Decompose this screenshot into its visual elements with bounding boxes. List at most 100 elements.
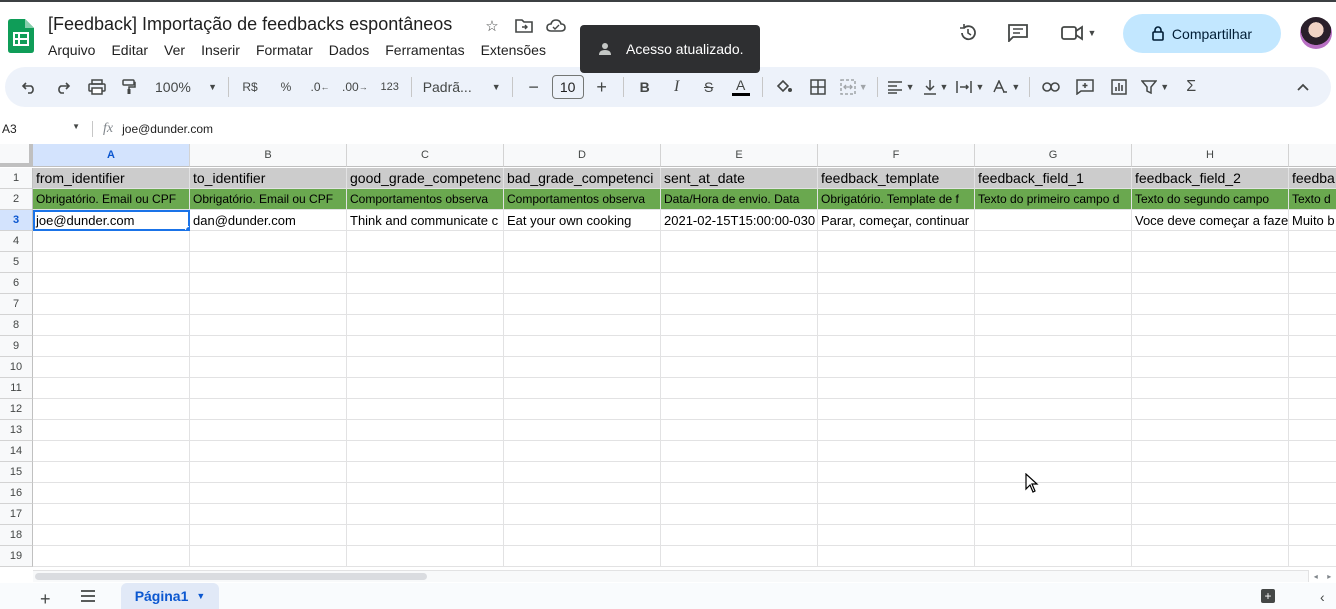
cell[interactable]: Texto d [1289, 189, 1336, 210]
horizontal-scrollbar[interactable] [33, 570, 1308, 582]
cell[interactable] [1132, 504, 1289, 525]
add-sheet-button[interactable]: + [40, 589, 51, 609]
cell[interactable] [504, 441, 661, 462]
cell[interactable] [975, 483, 1132, 504]
cell[interactable] [190, 315, 347, 336]
cell[interactable] [347, 546, 504, 567]
cell[interactable] [190, 273, 347, 294]
cell[interactable] [818, 441, 975, 462]
cell[interactable] [504, 315, 661, 336]
cell[interactable] [190, 294, 347, 315]
move-folder-icon[interactable] [514, 16, 534, 36]
cell[interactable] [818, 546, 975, 567]
cell[interactable] [1132, 525, 1289, 546]
cell[interactable] [661, 462, 818, 483]
cell[interactable] [1132, 252, 1289, 273]
cell[interactable]: feedback_template [818, 168, 975, 189]
cell[interactable] [1132, 357, 1289, 378]
cell[interactable] [661, 525, 818, 546]
cell[interactable] [190, 336, 347, 357]
cell[interactable] [504, 399, 661, 420]
cell[interactable] [818, 399, 975, 420]
cell[interactable] [1132, 462, 1289, 483]
cell[interactable] [975, 231, 1132, 252]
cell[interactable] [1289, 546, 1336, 567]
percent-format-button[interactable]: % [272, 73, 300, 101]
row-header[interactable]: 4 [0, 231, 33, 252]
cell[interactable]: Comportamentos observa [504, 189, 661, 210]
cell[interactable] [1289, 420, 1336, 441]
cell[interactable]: Comportamentos observa [347, 189, 504, 210]
cell[interactable] [504, 483, 661, 504]
row-header[interactable]: 8 [0, 315, 33, 336]
cell[interactable] [661, 294, 818, 315]
cell[interactable]: Obrigatório. Email ou CPF [190, 189, 347, 210]
cell[interactable] [661, 504, 818, 525]
cell[interactable] [1289, 357, 1336, 378]
strikethrough-button[interactable]: S [695, 73, 723, 101]
cell[interactable] [975, 210, 1132, 231]
menu-dados[interactable]: Dados [321, 40, 377, 60]
functions-button[interactable]: Σ [1177, 73, 1205, 101]
menu-formatar[interactable]: Formatar [248, 40, 321, 60]
cell[interactable] [818, 378, 975, 399]
cell[interactable] [1132, 231, 1289, 252]
print-icon[interactable] [83, 73, 111, 101]
cell[interactable] [504, 252, 661, 273]
cell[interactable] [190, 483, 347, 504]
cell[interactable] [975, 546, 1132, 567]
text-wrap-icon[interactable]: ▼ [954, 73, 986, 101]
increase-font-size-button[interactable]: + [588, 73, 616, 101]
borders-icon[interactable] [804, 73, 832, 101]
row-header[interactable]: 18 [0, 525, 33, 546]
column-header-d[interactable]: D [504, 144, 661, 167]
cell[interactable] [33, 483, 190, 504]
filter-icon[interactable]: ▼ [1139, 73, 1171, 101]
cell[interactable] [1132, 315, 1289, 336]
cell[interactable] [1132, 294, 1289, 315]
cell[interactable] [975, 399, 1132, 420]
cell[interactable] [33, 546, 190, 567]
row-header[interactable]: 1 [0, 168, 33, 189]
cell[interactable] [661, 399, 818, 420]
scroll-right-icon[interactable]: ▸ [1327, 572, 1331, 581]
horizontal-align-icon[interactable]: ▼ [885, 73, 917, 101]
cell[interactable] [818, 462, 975, 483]
cell[interactable] [661, 378, 818, 399]
font-size-input[interactable]: 10 [551, 75, 584, 99]
row-header[interactable]: 13 [0, 420, 33, 441]
cell[interactable] [33, 252, 190, 273]
cell[interactable] [1289, 273, 1336, 294]
cell[interactable] [33, 315, 190, 336]
cell[interactable] [33, 504, 190, 525]
insert-comment-icon[interactable] [1071, 73, 1099, 101]
row-header[interactable]: 7 [0, 294, 33, 315]
cell[interactable] [190, 504, 347, 525]
cell[interactable] [33, 336, 190, 357]
menu-ferramentas[interactable]: Ferramentas [377, 40, 472, 60]
cell[interactable]: Obrigatório. Email ou CPF [33, 189, 190, 210]
currency-format-button[interactable]: R$ [236, 73, 264, 101]
cell[interactable] [190, 546, 347, 567]
meet-video-icon[interactable] [1059, 20, 1085, 46]
redo-icon[interactable] [49, 73, 77, 101]
cell[interactable] [975, 357, 1132, 378]
column-header-b[interactable]: B [190, 144, 347, 167]
cell[interactable] [975, 525, 1132, 546]
sheet-tab[interactable]: Página1 ▼ [121, 583, 219, 609]
cell[interactable] [33, 420, 190, 441]
comments-icon[interactable] [1005, 20, 1031, 46]
text-color-button[interactable]: A [727, 73, 755, 101]
cell[interactable] [190, 525, 347, 546]
cell[interactable] [347, 315, 504, 336]
cell[interactable] [1132, 420, 1289, 441]
cell[interactable] [975, 252, 1132, 273]
star-icon[interactable]: ☆ [482, 16, 502, 36]
cell[interactable] [1132, 546, 1289, 567]
cell[interactable] [190, 252, 347, 273]
cell[interactable] [190, 441, 347, 462]
column-header-i[interactable] [1289, 144, 1336, 167]
cell[interactable] [504, 378, 661, 399]
menu-editar[interactable]: Editar [103, 40, 156, 60]
cell[interactable] [190, 399, 347, 420]
